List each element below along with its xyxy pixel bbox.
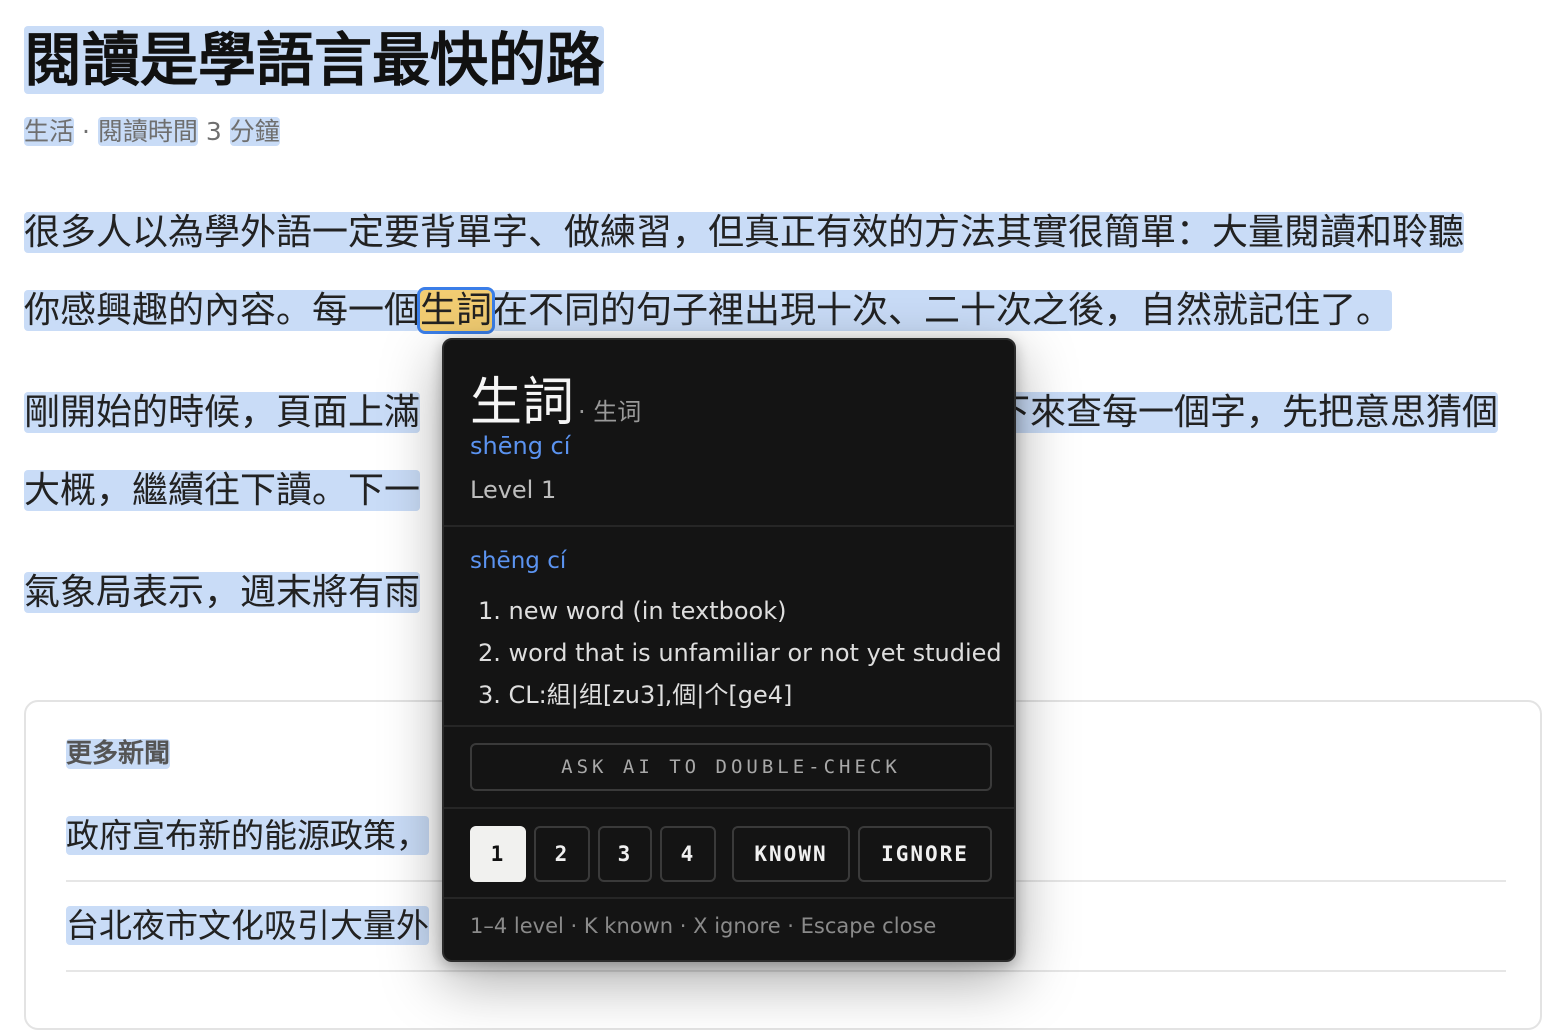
popup-simplified: · 生词 — [578, 398, 642, 426]
definition-item: 1. new word (in textbook) — [478, 597, 787, 625]
popup-level: Level 1 — [470, 476, 557, 504]
word-run[interactable]: 在不同的句子裡出現十次、二十次之後，自然就記住了。 — [492, 290, 1393, 331]
divider — [444, 897, 1014, 899]
word-run[interactable]: 下來查每一個字，先把意思猜個 — [994, 392, 1499, 433]
divider — [444, 525, 1014, 527]
reading-time-label[interactable]: 閱讀時間 — [97, 117, 198, 146]
paragraph-1: 很多人以為學外語一定要背單字、做練習，但真正有效的方法其實很簡單：大量閱讀和聆聽… — [24, 194, 1465, 350]
ignore-button[interactable]: IGNORE — [858, 826, 992, 882]
definition-pinyin: shēng cí — [470, 548, 567, 574]
word-run[interactable]: 很多人以為學外語一定要背單字、做練習，但真正有效的方法其實很簡單：大量閱讀和聆聽 — [24, 212, 1465, 253]
text-line: 很多人以為學外語一定要背單字、做練習，但真正有效的方法其實很簡單：大量閱讀和聆聽 — [24, 194, 1465, 272]
word-run[interactable]: 你感興趣的內容。每一個 — [24, 290, 421, 331]
popup-hanzi: 生詞 — [470, 373, 575, 433]
category-tag[interactable]: 生活 — [24, 117, 75, 146]
word-popup: 生詞 · 生词 shēng cí Level 1 shēng cí 1. new … — [442, 338, 1016, 962]
ask-ai-button[interactable]: ASK AI TO DOUBLE-CHECK — [470, 743, 992, 791]
level-1-button[interactable]: 1 — [470, 826, 526, 882]
definition-item: 2. word that is unfamiliar or not yet st… — [478, 639, 1002, 667]
more-news-title: 更多新聞 — [66, 739, 171, 769]
word-run[interactable]: 剛開始的時候，頁面上滿 — [24, 392, 421, 433]
word-run[interactable]: 大概，繼續往下讀。下一 — [24, 470, 421, 511]
selected-word[interactable]: 生詞 — [417, 287, 496, 334]
article-meta: 生活 · 閱讀時間 3 分鐘 — [24, 117, 280, 146]
level-2-button[interactable]: 2 — [534, 826, 590, 882]
level-3-button[interactable]: 3 — [598, 826, 652, 882]
divider — [444, 725, 1014, 727]
article-title: 閱讀是學語言最快的路 — [24, 26, 605, 94]
divider — [444, 807, 1014, 809]
known-button[interactable]: KNOWN — [732, 826, 850, 882]
keyboard-hints: 1–4 level · K known · X ignore · Escape … — [470, 914, 937, 938]
popup-pinyin: shēng cí — [470, 432, 571, 460]
level-4-button[interactable]: 4 — [660, 826, 716, 882]
word-run[interactable]: 氣象局表示，週末將有雨 — [24, 572, 421, 613]
popup-header: 生詞 · 生词 — [470, 360, 641, 435]
definition-item: 3. CL:組|组[zu3],個|个[ge4] — [478, 681, 793, 709]
minutes-label[interactable]: 分鐘 — [229, 117, 280, 146]
definition-list: 1. new word (in textbook) 2. word that i… — [478, 590, 1002, 716]
